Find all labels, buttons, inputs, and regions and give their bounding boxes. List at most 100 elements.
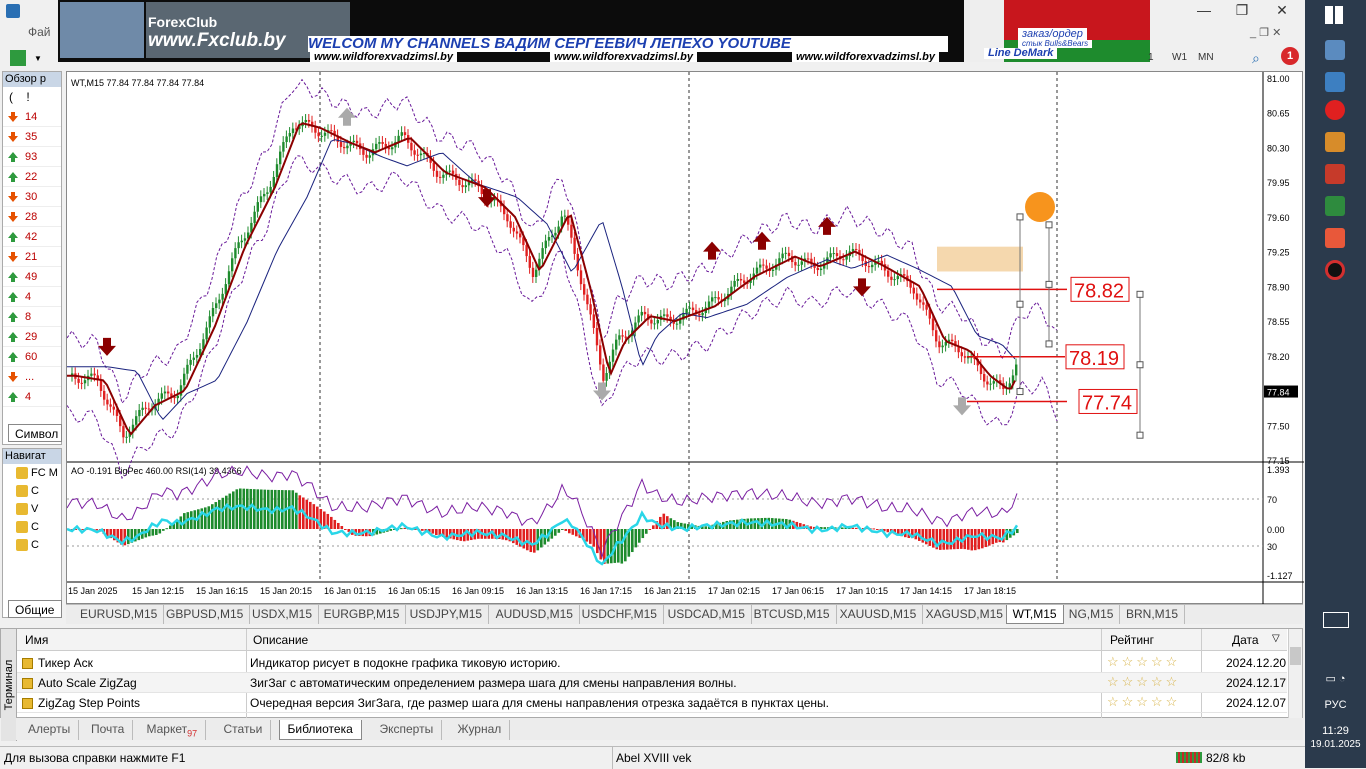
tf-w1-button[interactable]: W1 — [1172, 52, 1187, 63]
rating-stars[interactable]: ☆☆☆☆☆ — [1107, 654, 1180, 670]
search-icon[interactable]: ⌕ — [1252, 50, 1260, 67]
candle — [765, 259, 768, 275]
symbol-tab[interactable]: BTCUSD,M15 — [748, 605, 837, 624]
new-order-icon[interactable] — [10, 50, 26, 66]
candle — [317, 126, 320, 143]
tf-mn-button[interactable]: MN — [1198, 52, 1214, 63]
chart-window-controls[interactable]: _ ❐ ✕ — [1250, 26, 1300, 42]
market-watch-row[interactable]: 93 — [3, 147, 61, 167]
market-watch-row[interactable]: 21 — [3, 247, 61, 267]
minimize-button[interactable]: — — [1190, 2, 1218, 18]
symbol-tab[interactable]: USDCHF,M15 — [576, 605, 664, 624]
record-icon[interactable] — [1325, 260, 1345, 280]
tab-symbols[interactable]: Символ — [8, 424, 62, 442]
market-watch-row[interactable]: 49 — [3, 267, 61, 287]
chevron-down-icon[interactable]: ▼ — [34, 54, 42, 63]
slow-ma — [67, 139, 1016, 420]
symbol-tab[interactable]: EURUSD,M15 — [74, 605, 165, 624]
menu-file[interactable]: Фай — [28, 25, 51, 39]
candle — [656, 313, 659, 330]
candle — [131, 418, 135, 439]
mt4-taskbar-icon[interactable] — [1325, 228, 1345, 248]
clock-date[interactable]: 19.01.2025 — [1305, 739, 1366, 750]
col-description[interactable]: Описание — [253, 633, 308, 647]
market-watch-row[interactable]: ... — [3, 367, 61, 387]
rating-stars[interactable]: ☆☆☆☆☆ — [1107, 674, 1180, 690]
market-watch-row[interactable]: 28 — [3, 207, 61, 227]
terminal-tab[interactable]: Маркет97 — [139, 720, 207, 740]
col-date[interactable]: Дата — [1232, 633, 1259, 647]
market-watch-row[interactable]: 30 — [3, 187, 61, 207]
market-watch-row[interactable]: 4 — [3, 287, 61, 307]
market-watch-row[interactable]: 29 — [3, 327, 61, 347]
notification-badge[interactable]: 1 — [1281, 47, 1299, 65]
paint-icon[interactable] — [1325, 132, 1345, 152]
tf-1-button[interactable]: 1 — [1148, 52, 1154, 63]
market-watch-row[interactable]: 42 — [3, 227, 61, 247]
symbol-tab[interactable]: USDX,M15 — [246, 605, 320, 624]
sort-icon[interactable]: ▽ — [1272, 633, 1280, 644]
language-indicator[interactable]: РУС — [1305, 699, 1366, 711]
excel-icon[interactable] — [1325, 196, 1345, 216]
chart-canvas[interactable]: WT,M15 77.84 77.84 77.84 77.84AO -0.191 … — [67, 72, 1304, 605]
windows-start-icon[interactable] — [1325, 6, 1343, 24]
symbol-tab[interactable]: XAUUSD,M15 — [834, 605, 924, 624]
candle — [711, 291, 714, 308]
library-row[interactable]: ZigZag Step Points Очередная версия ЗигЗа… — [17, 693, 1287, 713]
opera-icon[interactable] — [1325, 100, 1345, 120]
close-button[interactable]: ✕ — [1268, 2, 1296, 18]
symbol-tab[interactable]: GBPUSD,M15 — [160, 605, 251, 624]
candle — [509, 215, 512, 234]
terminal-tab[interactable]: Алерты — [20, 720, 80, 740]
symbol-tab[interactable]: BRN,M15 — [1120, 605, 1186, 624]
library-row[interactable]: Auto Scale ZigZag ЗигЗаг с автоматическим… — [17, 673, 1287, 693]
time-tick: 17 Jan 18:15 — [964, 586, 1016, 596]
navigator-item[interactable]: V — [3, 500, 61, 518]
clock-time[interactable]: 11:29 — [1305, 725, 1366, 737]
symbol-tab[interactable]: EURGBP,M15 — [318, 605, 407, 624]
indicator-icon — [22, 678, 33, 689]
tab-general[interactable]: Общие — [8, 600, 62, 618]
navigator-item[interactable]: С — [3, 518, 61, 536]
col-name[interactable]: Имя — [25, 633, 48, 647]
terminal-tab[interactable]: Эксперты — [372, 720, 443, 740]
market-watch-row[interactable]: 60 — [3, 347, 61, 367]
restore-button[interactable]: ❐ — [1228, 2, 1256, 18]
candle — [698, 307, 701, 322]
symbol-tab[interactable]: NG,M15 — [1063, 605, 1121, 624]
market-watch-row[interactable]: 22 — [3, 167, 61, 187]
keyboard-icon[interactable] — [1322, 612, 1349, 628]
navigator-item[interactable]: FC M — [3, 464, 61, 482]
candle — [461, 179, 464, 194]
navigator-item[interactable]: С — [3, 536, 61, 554]
candle — [144, 401, 147, 415]
candle — [240, 234, 243, 249]
market-watch-row[interactable]: 4 — [3, 387, 61, 407]
market-watch-row[interactable]: 8 — [3, 307, 61, 327]
speaker-icon[interactable] — [1325, 164, 1345, 184]
terminal-tab[interactable]: Библиотека — [278, 720, 362, 740]
col-rating[interactable]: Рейтинг — [1110, 633, 1154, 647]
library-row[interactable]: Тикер Аск Индикатор рисует в подокне граф… — [17, 653, 1287, 673]
candle — [439, 170, 442, 184]
symbol-tab[interactable]: USDCAD,M15 — [662, 605, 752, 624]
terminal-tab[interactable]: Статьи — [216, 720, 272, 740]
navigator-item[interactable]: С — [3, 482, 61, 500]
app-icon-2[interactable] — [1325, 72, 1345, 92]
market-watch-row[interactable]: 14 — [3, 107, 61, 127]
symbol-tab[interactable]: USDJPY,M15 — [404, 605, 490, 624]
library-scrollbar[interactable] — [1288, 629, 1302, 719]
symbol-tab[interactable]: AUDUSD,M15 — [490, 605, 580, 624]
explorer-icon[interactable] — [1325, 40, 1345, 60]
terminal-tab[interactable]: Журнал — [450, 720, 511, 740]
rating-stars[interactable]: ☆☆☆☆☆ — [1107, 694, 1180, 710]
column-header[interactable]: ( — [9, 90, 13, 104]
market-watch-row[interactable]: 35 — [3, 127, 61, 147]
terminal-tab-label: Почта — [91, 722, 125, 736]
symbol-tab[interactable]: XAGUSD,M15 — [920, 605, 1010, 624]
tray-icons[interactable]: ▭ ◔ — [1305, 672, 1366, 685]
terminal-tab[interactable]: Почта — [83, 720, 134, 740]
price-chart[interactable]: WT,M15 77.84 77.84 77.84 77.84 AO -0.191 … — [66, 71, 1304, 605]
column-header[interactable]: ! — [26, 90, 29, 104]
symbol-tab[interactable]: WT,M15 — [1005, 605, 1064, 624]
